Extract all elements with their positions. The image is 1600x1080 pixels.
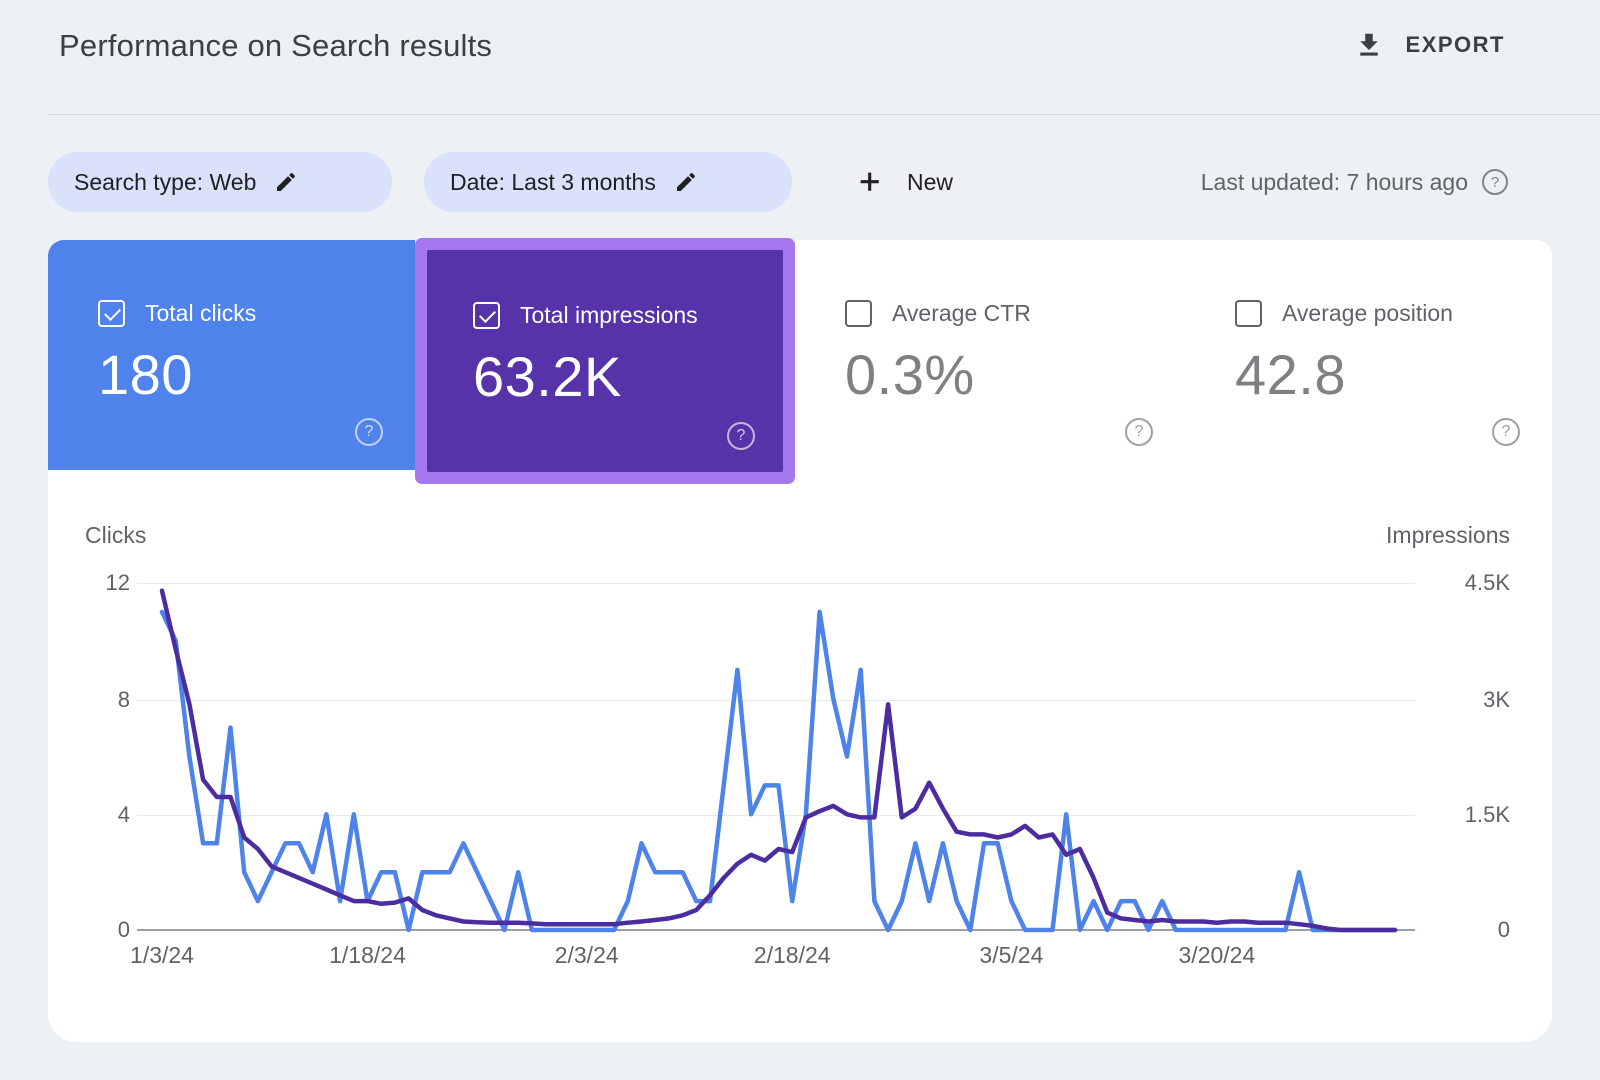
x-tick-label: 3/5/24: [979, 942, 1043, 969]
x-tick-label: 3/20/24: [1179, 942, 1256, 969]
page-title: Performance on Search results: [59, 28, 492, 64]
total-impressions-label: Total impressions: [520, 302, 698, 329]
total-impressions-checkbox-checked-icon[interactable]: [473, 302, 500, 329]
total-impressions-highlight[interactable]: Total impressions 63.2K ?: [415, 238, 795, 484]
x-tick-label: 2/3/24: [555, 942, 619, 969]
metric-cards-row: Total clicks 180 ? Total impressions 63.…: [48, 240, 1552, 470]
performance-page: Performance on Search results EXPORT Sea…: [0, 0, 1600, 1080]
export-label: EXPORT: [1406, 32, 1505, 58]
total-impressions-card[interactable]: Total impressions 63.2K ?: [427, 250, 783, 472]
average-ctr-value: 0.3%: [845, 342, 975, 407]
edit-pencil-icon: [274, 170, 298, 194]
average-ctr-card[interactable]: Average CTR 0.3% ?: [795, 240, 1185, 470]
date-filter-chip[interactable]: Date: Last 3 months: [424, 152, 792, 212]
plus-icon: [855, 167, 885, 197]
total-impressions-help-icon[interactable]: ?: [727, 422, 755, 450]
average-ctr-label: Average CTR: [892, 300, 1031, 327]
download-icon: [1354, 30, 1384, 60]
average-position-label: Average position: [1282, 300, 1453, 327]
performance-panel: Total clicks 180 ? Total impressions 63.…: [48, 240, 1552, 1042]
total-impressions-value: 63.2K: [473, 344, 622, 409]
search-type-chip[interactable]: Search type: Web: [48, 152, 392, 212]
new-filter-button[interactable]: New: [855, 152, 953, 212]
average-position-card[interactable]: Average position 42.8 ?: [1185, 240, 1552, 470]
new-filter-label: New: [907, 169, 953, 196]
average-position-help-icon[interactable]: ?: [1492, 418, 1520, 446]
total-clicks-checkbox-checked-icon[interactable]: [98, 300, 125, 327]
total-clicks-value: 180: [98, 342, 193, 407]
total-clicks-label: Total clicks: [145, 300, 256, 327]
total-clicks-card[interactable]: Total clicks 180 ?: [48, 240, 415, 470]
last-updated-text: Last updated: 7 hours ago: [1201, 169, 1468, 196]
x-tick-label: 1/3/24: [130, 942, 194, 969]
average-position-checkbox-empty-icon[interactable]: [1235, 300, 1262, 327]
last-updated: Last updated: 7 hours ago ?: [1201, 152, 1508, 212]
performance-chart: Clicks Impressions 12 8 4 0 4.5K 3K 1.5K…: [48, 470, 1552, 1042]
search-type-chip-label: Search type: Web: [74, 169, 256, 196]
x-tick-label: 1/18/24: [329, 942, 406, 969]
header-divider: [48, 114, 1600, 115]
x-tick-label: 2/18/24: [754, 942, 831, 969]
edit-pencil-icon: [674, 170, 698, 194]
export-button[interactable]: EXPORT: [1354, 30, 1505, 60]
average-ctr-checkbox-empty-icon[interactable]: [845, 300, 872, 327]
date-filter-chip-label: Date: Last 3 months: [450, 169, 656, 196]
average-position-value: 42.8: [1235, 342, 1346, 407]
last-updated-help-icon[interactable]: ?: [1482, 169, 1508, 195]
total-clicks-help-icon[interactable]: ?: [355, 418, 383, 446]
average-ctr-help-icon[interactable]: ?: [1125, 418, 1153, 446]
